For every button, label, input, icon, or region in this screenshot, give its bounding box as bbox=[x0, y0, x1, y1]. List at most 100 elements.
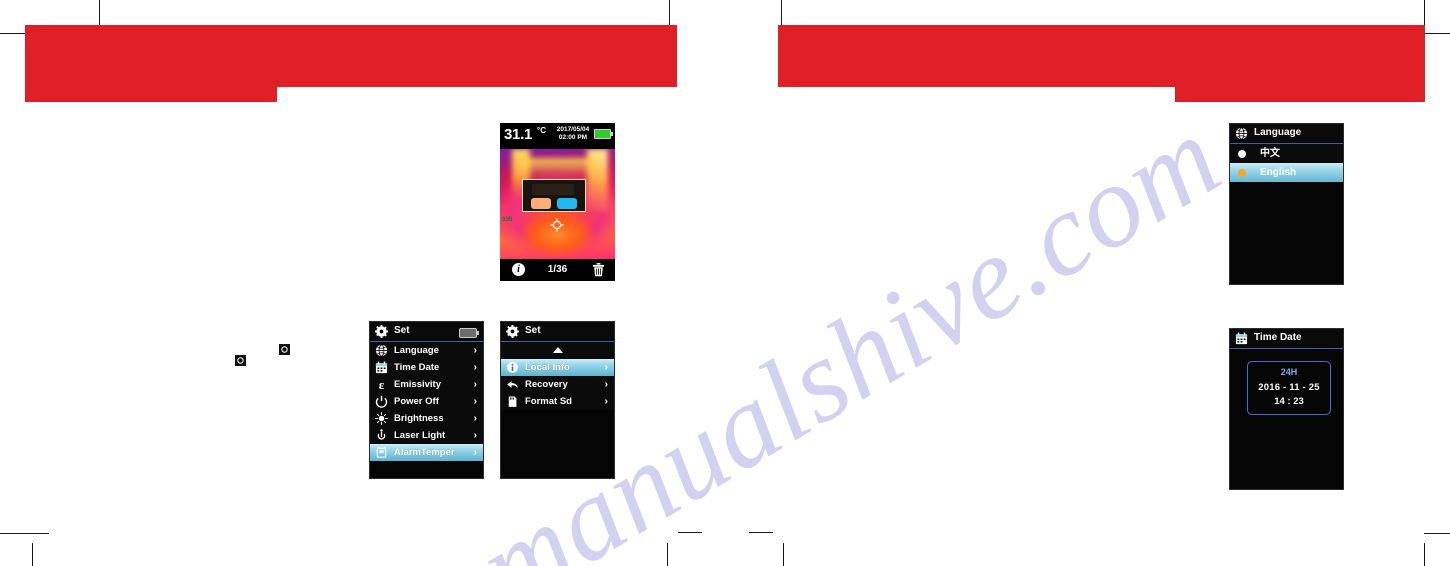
menu-item-emissivity[interactable]: ε Emissivity › bbox=[370, 376, 483, 393]
time-date-edit-box[interactable]: 24H 2016 - 11 - 25 14 : 23 bbox=[1247, 361, 1331, 415]
alarm-temp-icon bbox=[376, 446, 387, 458]
language-option-label: 中文 bbox=[1260, 148, 1280, 159]
date-value[interactable]: 2016 - 11 - 25 bbox=[1248, 382, 1330, 393]
imaged-device-display bbox=[532, 184, 574, 195]
header-band-left-page bbox=[25, 25, 677, 87]
power-icon bbox=[375, 395, 388, 408]
battery-icon bbox=[459, 328, 479, 338]
chevron-up-icon bbox=[552, 347, 563, 353]
header-band-right-page bbox=[778, 25, 1425, 87]
chevron-right-icon: › bbox=[473, 447, 477, 458]
crop-mark-br-h bbox=[1424, 533, 1450, 534]
crop-mark-bl-v bbox=[32, 543, 33, 566]
temperature-unit: °C bbox=[537, 126, 546, 135]
datetime-display: 2017/05/04 02:00 PM bbox=[552, 126, 594, 142]
registration-target-icon-1 bbox=[235, 355, 246, 366]
set-menu-title: Set bbox=[394, 325, 410, 336]
menu-item-label: Local Info bbox=[525, 362, 570, 373]
set-menu-title-bar-2: Set bbox=[501, 322, 614, 342]
crop-mark-bm2-h bbox=[749, 532, 773, 533]
time-date-screen[interactable]: Time Date 24H 2016 - 11 - 25 14 : 23 bbox=[1229, 328, 1344, 490]
chevron-right-icon: › bbox=[604, 362, 608, 373]
menu-item-label: Format Sd bbox=[525, 396, 572, 407]
menu-item-time-date[interactable]: Time Date › bbox=[370, 359, 483, 376]
menu-item-brightness[interactable]: Brightness › bbox=[370, 410, 483, 427]
set-menu-screen-page1[interactable]: Set Language › Time Date › ε Emissivity … bbox=[369, 321, 484, 479]
gear-icon bbox=[375, 325, 388, 338]
time-date-title: Time Date bbox=[1254, 332, 1302, 343]
temperature-reading: 31.1 bbox=[504, 126, 532, 143]
menu-item-label: Power Off bbox=[394, 396, 439, 407]
manual-page: manualshive.com 31.1 °C 2017/05/04 02:00… bbox=[0, 0, 1450, 566]
header-band-left-page-step bbox=[25, 87, 277, 102]
emissivity-overlay-label: 0.95 bbox=[502, 217, 512, 223]
menu-item-recovery[interactable]: Recovery › bbox=[501, 376, 614, 393]
scroll-up-row[interactable] bbox=[501, 342, 614, 359]
calendar-icon bbox=[375, 361, 388, 374]
info-circle-icon bbox=[507, 362, 518, 373]
date-text: 2017/05/04 bbox=[556, 126, 590, 133]
language-title: Language bbox=[1254, 127, 1302, 138]
undo-arrow-icon bbox=[507, 381, 518, 389]
crop-mark-bl-h bbox=[0, 533, 49, 534]
crop-mark-br-v bbox=[1424, 543, 1425, 566]
menu-item-label: AlarmTemper bbox=[394, 447, 455, 458]
menu-item-label: Recovery bbox=[525, 379, 568, 390]
calendar-icon bbox=[1235, 332, 1248, 345]
imaged-device-button-blue bbox=[557, 198, 577, 209]
menu-item-local-info[interactable]: Local Info › bbox=[501, 359, 614, 376]
imaged-device-body bbox=[522, 179, 586, 212]
chevron-right-icon: › bbox=[604, 379, 608, 390]
set-menu-title-bar: Set bbox=[370, 322, 483, 342]
language-option-chinese[interactable]: 中文 bbox=[1230, 144, 1343, 163]
language-screen[interactable]: Language 中文 English bbox=[1229, 123, 1344, 285]
menu-item-laser-light[interactable]: Laser Light › bbox=[370, 427, 483, 444]
menu-item-label: Language bbox=[394, 345, 439, 356]
chevron-right-icon: › bbox=[473, 379, 477, 390]
menu-item-label: Emissivity bbox=[394, 379, 441, 390]
header-band-right-page-step bbox=[1175, 87, 1425, 102]
globe-icon bbox=[1235, 127, 1248, 140]
language-title-bar: Language bbox=[1230, 124, 1343, 144]
gear-icon bbox=[506, 325, 519, 338]
menu-item-label: Time Date bbox=[394, 362, 440, 373]
thermal-camera-screen[interactable]: 31.1 °C 2017/05/04 02:00 PM 0.95 i 1/36 bbox=[500, 123, 615, 281]
radio-button-selected-icon bbox=[1238, 169, 1246, 177]
menu-item-format-sd[interactable]: Format Sd › bbox=[501, 393, 614, 410]
epsilon-icon: ε bbox=[378, 377, 385, 392]
battery-full-icon bbox=[594, 129, 613, 139]
menu-item-alarm-temper[interactable]: AlarmTemper › bbox=[370, 444, 483, 461]
language-option-label: English bbox=[1260, 167, 1297, 178]
imaged-device-button-orange bbox=[531, 198, 551, 209]
menu-item-language[interactable]: Language › bbox=[370, 342, 483, 359]
menu-item-power-off[interactable]: Power Off › bbox=[370, 393, 483, 410]
language-option-english[interactable]: English bbox=[1230, 163, 1343, 182]
crop-mark-tr-h bbox=[1424, 33, 1450, 34]
time-format-value[interactable]: 24H bbox=[1248, 367, 1330, 377]
thermal-image-area[interactable]: 0.95 bbox=[500, 149, 615, 259]
crosshair-icon bbox=[550, 218, 564, 232]
thermal-status-bar: 31.1 °C 2017/05/04 02:00 PM bbox=[500, 123, 615, 149]
brightness-icon bbox=[375, 412, 388, 425]
chevron-right-icon: › bbox=[473, 362, 477, 373]
crop-mark-bm1-v bbox=[667, 543, 668, 566]
time-date-title-bar: Time Date bbox=[1230, 329, 1343, 349]
trash-icon[interactable] bbox=[592, 263, 605, 277]
chevron-right-icon: › bbox=[604, 396, 608, 407]
laser-icon bbox=[377, 429, 386, 440]
radio-button-icon bbox=[1238, 150, 1246, 158]
menu-item-label: Brightness bbox=[394, 413, 444, 424]
crop-mark-bm2-v bbox=[783, 543, 784, 566]
registration-target-icon-2 bbox=[279, 344, 290, 355]
time-text: 02:00 PM bbox=[558, 134, 588, 141]
set-menu-title-2: Set bbox=[525, 325, 541, 336]
chevron-right-icon: › bbox=[473, 413, 477, 424]
chevron-right-icon: › bbox=[473, 396, 477, 407]
thermal-hotspot-top bbox=[520, 157, 592, 178]
globe-icon bbox=[375, 344, 388, 357]
sd-card-icon bbox=[508, 396, 517, 407]
menu-item-label: Laser Light bbox=[394, 430, 446, 441]
time-value[interactable]: 14 : 23 bbox=[1248, 396, 1330, 407]
thermal-bottom-bar: i 1/36 bbox=[500, 259, 615, 281]
set-menu-screen-page2[interactable]: Set Local Info › Recovery › Format Sd › bbox=[500, 321, 615, 479]
